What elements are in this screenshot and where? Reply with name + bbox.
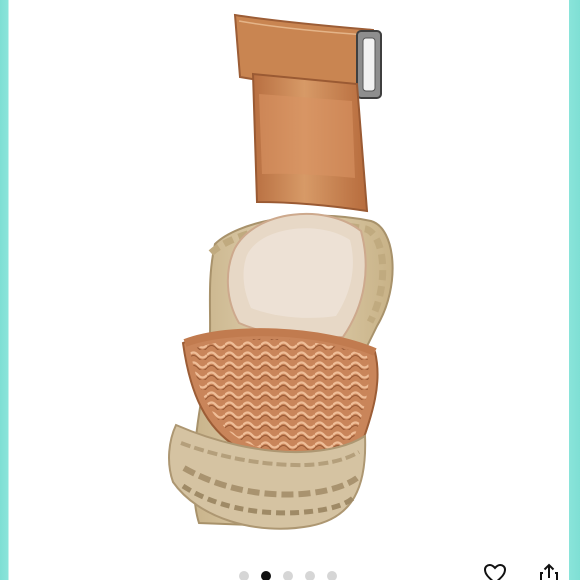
carousel-dot[interactable] <box>239 571 249 580</box>
share-button[interactable] <box>535 560 563 580</box>
carousel-dot[interactable] <box>305 571 315 580</box>
product-image-area[interactable] <box>9 0 569 540</box>
heel-counter <box>251 72 369 213</box>
carousel-dot-active[interactable] <box>261 571 271 580</box>
carousel-dot[interactable] <box>283 571 293 580</box>
carousel-dots[interactable] <box>239 571 337 580</box>
share-icon <box>540 563 558 580</box>
product-card <box>9 0 569 580</box>
heart-icon <box>483 563 507 580</box>
insole <box>226 212 367 339</box>
espadrille-sandal-image <box>168 13 394 530</box>
carousel-dot[interactable] <box>327 571 337 580</box>
screen-frame <box>0 0 580 580</box>
favorite-button[interactable] <box>481 560 509 580</box>
